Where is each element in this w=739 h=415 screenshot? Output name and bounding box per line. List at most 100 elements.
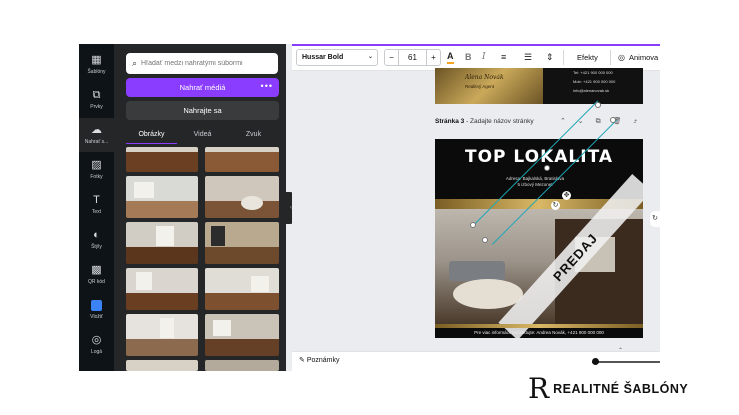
- photo-rug: [453, 279, 523, 309]
- tab-videos[interactable]: Videá: [177, 128, 228, 144]
- resize-handle[interactable]: [470, 222, 476, 228]
- uploaded-image[interactable]: [126, 314, 198, 356]
- page-3-header[interactable]: Stránka 3 - Zadajte názov stránky: [435, 118, 534, 125]
- canva-editor: ▦ Šablóny ⧉ Prvky ☁ Nahrať s... ▨ Fotky …: [79, 44, 660, 371]
- rail-item-embed[interactable]: Vložiť: [79, 293, 114, 327]
- uploaded-image[interactable]: [126, 268, 198, 310]
- qr-code-icon: ▩: [91, 264, 102, 276]
- rail-label: Text: [91, 209, 102, 215]
- align-center-icon[interactable]: ≡: [501, 50, 506, 65]
- font-size-control: − 61 +: [384, 49, 441, 66]
- resize-handle[interactable]: [595, 102, 601, 108]
- resize-handle[interactable]: [544, 165, 550, 171]
- agent-name: Alena Novák: [465, 74, 504, 81]
- tab-audio[interactable]: Zvuk: [228, 128, 279, 144]
- tab-images[interactable]: Obrázky: [126, 128, 177, 144]
- rail-item-uploads[interactable]: ☁ Nahrať s...: [79, 118, 114, 152]
- design-canvas: Alena Novák Realitný Agent Tel: +421 900…: [292, 68, 660, 354]
- rail-label: QR kód: [88, 279, 105, 285]
- text-toolbar: Hussar Bold ⌄ − 61 + A B I ≡ ☰ ⇕ Efekty …: [292, 44, 660, 71]
- media-tabs: Obrázky Videá Zvuk: [126, 128, 279, 144]
- more-options-icon[interactable]: •••: [261, 81, 273, 91]
- text-color-icon[interactable]: A: [447, 50, 454, 64]
- brand-mark: R: [528, 372, 550, 405]
- font-family-value: Hussar Bold: [302, 54, 344, 61]
- rail-item-styles[interactable]: ◐ Štýly: [79, 223, 114, 257]
- uploaded-image[interactable]: [205, 268, 279, 310]
- uploads-panel: ⌕ Nahrať médiá ••• Nahrajte sa Obrázky V…: [114, 44, 321, 371]
- uploaded-image[interactable]: [126, 222, 198, 264]
- gold-banner: Alena Novák Realitný Agent: [435, 68, 543, 104]
- uploaded-image[interactable]: [126, 360, 198, 371]
- toolbar-accent: [292, 44, 660, 46]
- toolbar-divider: [563, 50, 564, 65]
- notes-label: Poznámky: [306, 357, 340, 364]
- resize-handle[interactable]: [610, 117, 616, 123]
- search-icon: ⌕: [132, 58, 138, 68]
- effects-button[interactable]: Efekty: [577, 50, 598, 65]
- rail-item-text[interactable]: T Text: [79, 188, 114, 222]
- list-icon[interactable]: ☰: [524, 50, 532, 65]
- rail-label: Šablóny: [87, 69, 106, 75]
- animate-button[interactable]: Animova: [629, 50, 658, 65]
- rotate-icon[interactable]: ↻: [551, 201, 560, 210]
- rail-label: Fotky: [90, 174, 103, 180]
- design-title[interactable]: TOP LOKALITA: [435, 147, 643, 167]
- rail-label: Nahrať s...: [84, 139, 109, 145]
- rail-item-photos[interactable]: ▨ Fotky: [79, 153, 114, 187]
- design-address[interactable]: Adresa: Bajkalská, Bratislava 5 izbový M…: [495, 176, 575, 188]
- rail-label: Logá: [90, 349, 103, 355]
- font-family-dropdown[interactable]: Hussar Bold ⌄: [296, 49, 378, 66]
- rail-item-elements[interactable]: ⧉ Prvky: [79, 83, 114, 117]
- refresh-icon[interactable]: ↻: [650, 211, 660, 227]
- logos-icon: ◎: [91, 334, 102, 346]
- contact-email: info@alenanovak.sk: [573, 88, 610, 93]
- uploaded-image[interactable]: [205, 360, 279, 371]
- styles-icon: ◐: [93, 229, 100, 241]
- upload-media-button[interactable]: Nahrať médiá •••: [126, 78, 279, 97]
- bold-icon[interactable]: B: [465, 50, 472, 65]
- rail-item-templates[interactable]: ▦ Šablóny: [79, 48, 114, 82]
- search-input[interactable]: [141, 60, 272, 67]
- left-rail: ▦ Šablóny ⧉ Prvky ☁ Nahrať s... ▨ Fotky …: [79, 44, 114, 371]
- page-3-design[interactable]: TOP LOKALITA Adresa: Bajkalská, Bratisla…: [435, 139, 643, 338]
- uploaded-image[interactable]: [126, 147, 198, 172]
- rail-label: Prvky: [90, 104, 103, 110]
- page-number: Stránka 3: [435, 118, 465, 125]
- design-footer[interactable]: Pre viac informácií kontaktujte: Andrea …: [435, 328, 643, 338]
- rail-item-qr-code[interactable]: ▩ QR kód: [79, 258, 114, 292]
- font-size-input[interactable]: 61: [399, 50, 426, 65]
- italic-icon[interactable]: I: [482, 50, 486, 65]
- notes-button[interactable]: ✎ Poznámky: [299, 356, 340, 364]
- uploaded-image[interactable]: [205, 176, 279, 218]
- zoom-slider-knob[interactable]: [592, 358, 599, 365]
- increase-size-button[interactable]: +: [426, 50, 440, 65]
- uploaded-image[interactable]: [205, 314, 279, 356]
- record-yourself-button[interactable]: Nahrajte sa: [126, 101, 279, 120]
- brand-name: REALITNÉ ŠABLÓNY: [553, 382, 689, 396]
- rail-label: Vložiť: [90, 314, 103, 320]
- page-title-placeholder[interactable]: - Zadajte názov stránky: [464, 118, 534, 125]
- cloud-upload-icon: ☁: [91, 124, 102, 136]
- uploaded-image[interactable]: [205, 222, 279, 264]
- embed-icon: [91, 300, 102, 311]
- rail-item-logos[interactable]: ◎ Logá: [79, 328, 114, 362]
- uploaded-image[interactable]: [205, 147, 279, 172]
- page-2-preview[interactable]: Alena Novák Realitný Agent Tel: +421 900…: [435, 68, 643, 104]
- bottom-bar: ✎ Poznámky: [292, 351, 660, 371]
- photo-sofa: [449, 261, 505, 281]
- resize-handle[interactable]: [482, 237, 488, 243]
- animate-icon[interactable]: ◎: [618, 50, 625, 65]
- photo-icon: ▨: [91, 159, 102, 171]
- zoom-slider-track[interactable]: [592, 361, 660, 363]
- search-box[interactable]: ⌕: [126, 53, 278, 74]
- notes-icon: ✎: [299, 357, 305, 364]
- decrease-size-button[interactable]: −: [385, 50, 399, 65]
- brand-logo: R REALITNÉ ŠABLÓNY: [528, 372, 688, 406]
- move-icon[interactable]: ✥: [562, 191, 571, 200]
- chevron-down-icon: ⌄: [367, 54, 373, 60]
- templates-icon: ▦: [91, 54, 102, 66]
- contact-phone: Tel: +421 900 000 000: [573, 70, 613, 75]
- line-spacing-icon[interactable]: ⇕: [546, 50, 554, 65]
- uploaded-image[interactable]: [126, 176, 198, 218]
